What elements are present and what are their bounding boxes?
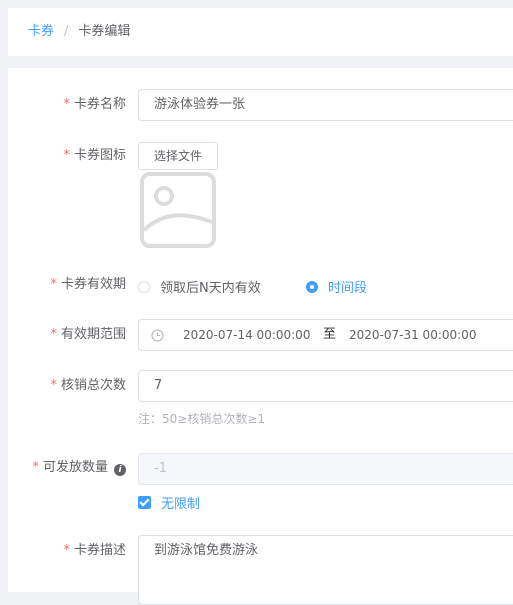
- breadcrumb-separator: /: [64, 24, 69, 39]
- redeem-count-input[interactable]: 7: [138, 370, 513, 402]
- required-mark: *: [32, 460, 39, 475]
- field-label-range: * 有效期范围: [50, 327, 126, 342]
- radio-validity-days[interactable]: 领取后N天内有效: [138, 277, 261, 296]
- required-mark: *: [63, 148, 70, 163]
- quantity-input: -1: [138, 453, 513, 485]
- image-placeholder-icon: [140, 172, 216, 248]
- coupon-name-input[interactable]: 游泳体验券一张: [138, 89, 513, 121]
- field-label-icon: * 卡券图标: [63, 148, 126, 163]
- form-row-range: * 有效期范围 2020-07-14 00:00:00 至 2020-07-31 …: [8, 319, 513, 351]
- breadcrumb: 卡券 / 卡券编辑: [28, 24, 130, 40]
- date-range-separator: 至: [323, 327, 337, 342]
- radio-validity-period[interactable]: 时间段: [306, 277, 367, 296]
- required-mark: *: [63, 97, 70, 112]
- clock-icon: [151, 329, 164, 342]
- required-mark: *: [50, 378, 57, 393]
- radio-circle: [138, 280, 150, 293]
- coupon-edit-form: * 卡券名称 游泳体验券一张 * 卡券图标 选择文件 * 卡券有效期 领取后N天内有效…: [8, 68, 513, 605]
- field-label-description: * 卡券描述: [63, 543, 126, 558]
- checkbox-checked-icon: [138, 496, 151, 509]
- required-mark: *: [50, 327, 57, 342]
- description-textarea[interactable]: 到游泳馆免费游泳: [138, 535, 513, 605]
- field-label-redeem: * 核销总次数: [50, 378, 126, 393]
- choose-file-button[interactable]: 选择文件: [138, 142, 218, 170]
- breadcrumb-link-coupons[interactable]: 卡券: [28, 24, 54, 39]
- header-bar: 卡券 / 卡券编辑: [8, 8, 513, 56]
- field-label-name: * 卡券名称: [63, 97, 126, 112]
- date-start[interactable]: 2020-07-14 00:00:00: [183, 328, 310, 342]
- info-icon[interactable]: i: [114, 464, 126, 476]
- required-mark: *: [63, 543, 70, 558]
- date-end[interactable]: 2020-07-31 00:00:00: [349, 328, 476, 342]
- redeem-hint: 注：50≥核销总次数≥1: [138, 412, 266, 426]
- unlimited-checkbox[interactable]: 无限制: [138, 493, 200, 512]
- radio-circle-checked: [306, 280, 318, 293]
- date-range-picker[interactable]: 2020-07-14 00:00:00 至 2020-07-31 00:00:0…: [138, 319, 513, 351]
- required-mark: *: [50, 277, 57, 292]
- breadcrumb-current: 卡券编辑: [78, 24, 131, 39]
- field-label-validity: * 卡券有效期: [50, 277, 126, 292]
- field-label-quantity: * 可发放数量 i: [32, 460, 126, 476]
